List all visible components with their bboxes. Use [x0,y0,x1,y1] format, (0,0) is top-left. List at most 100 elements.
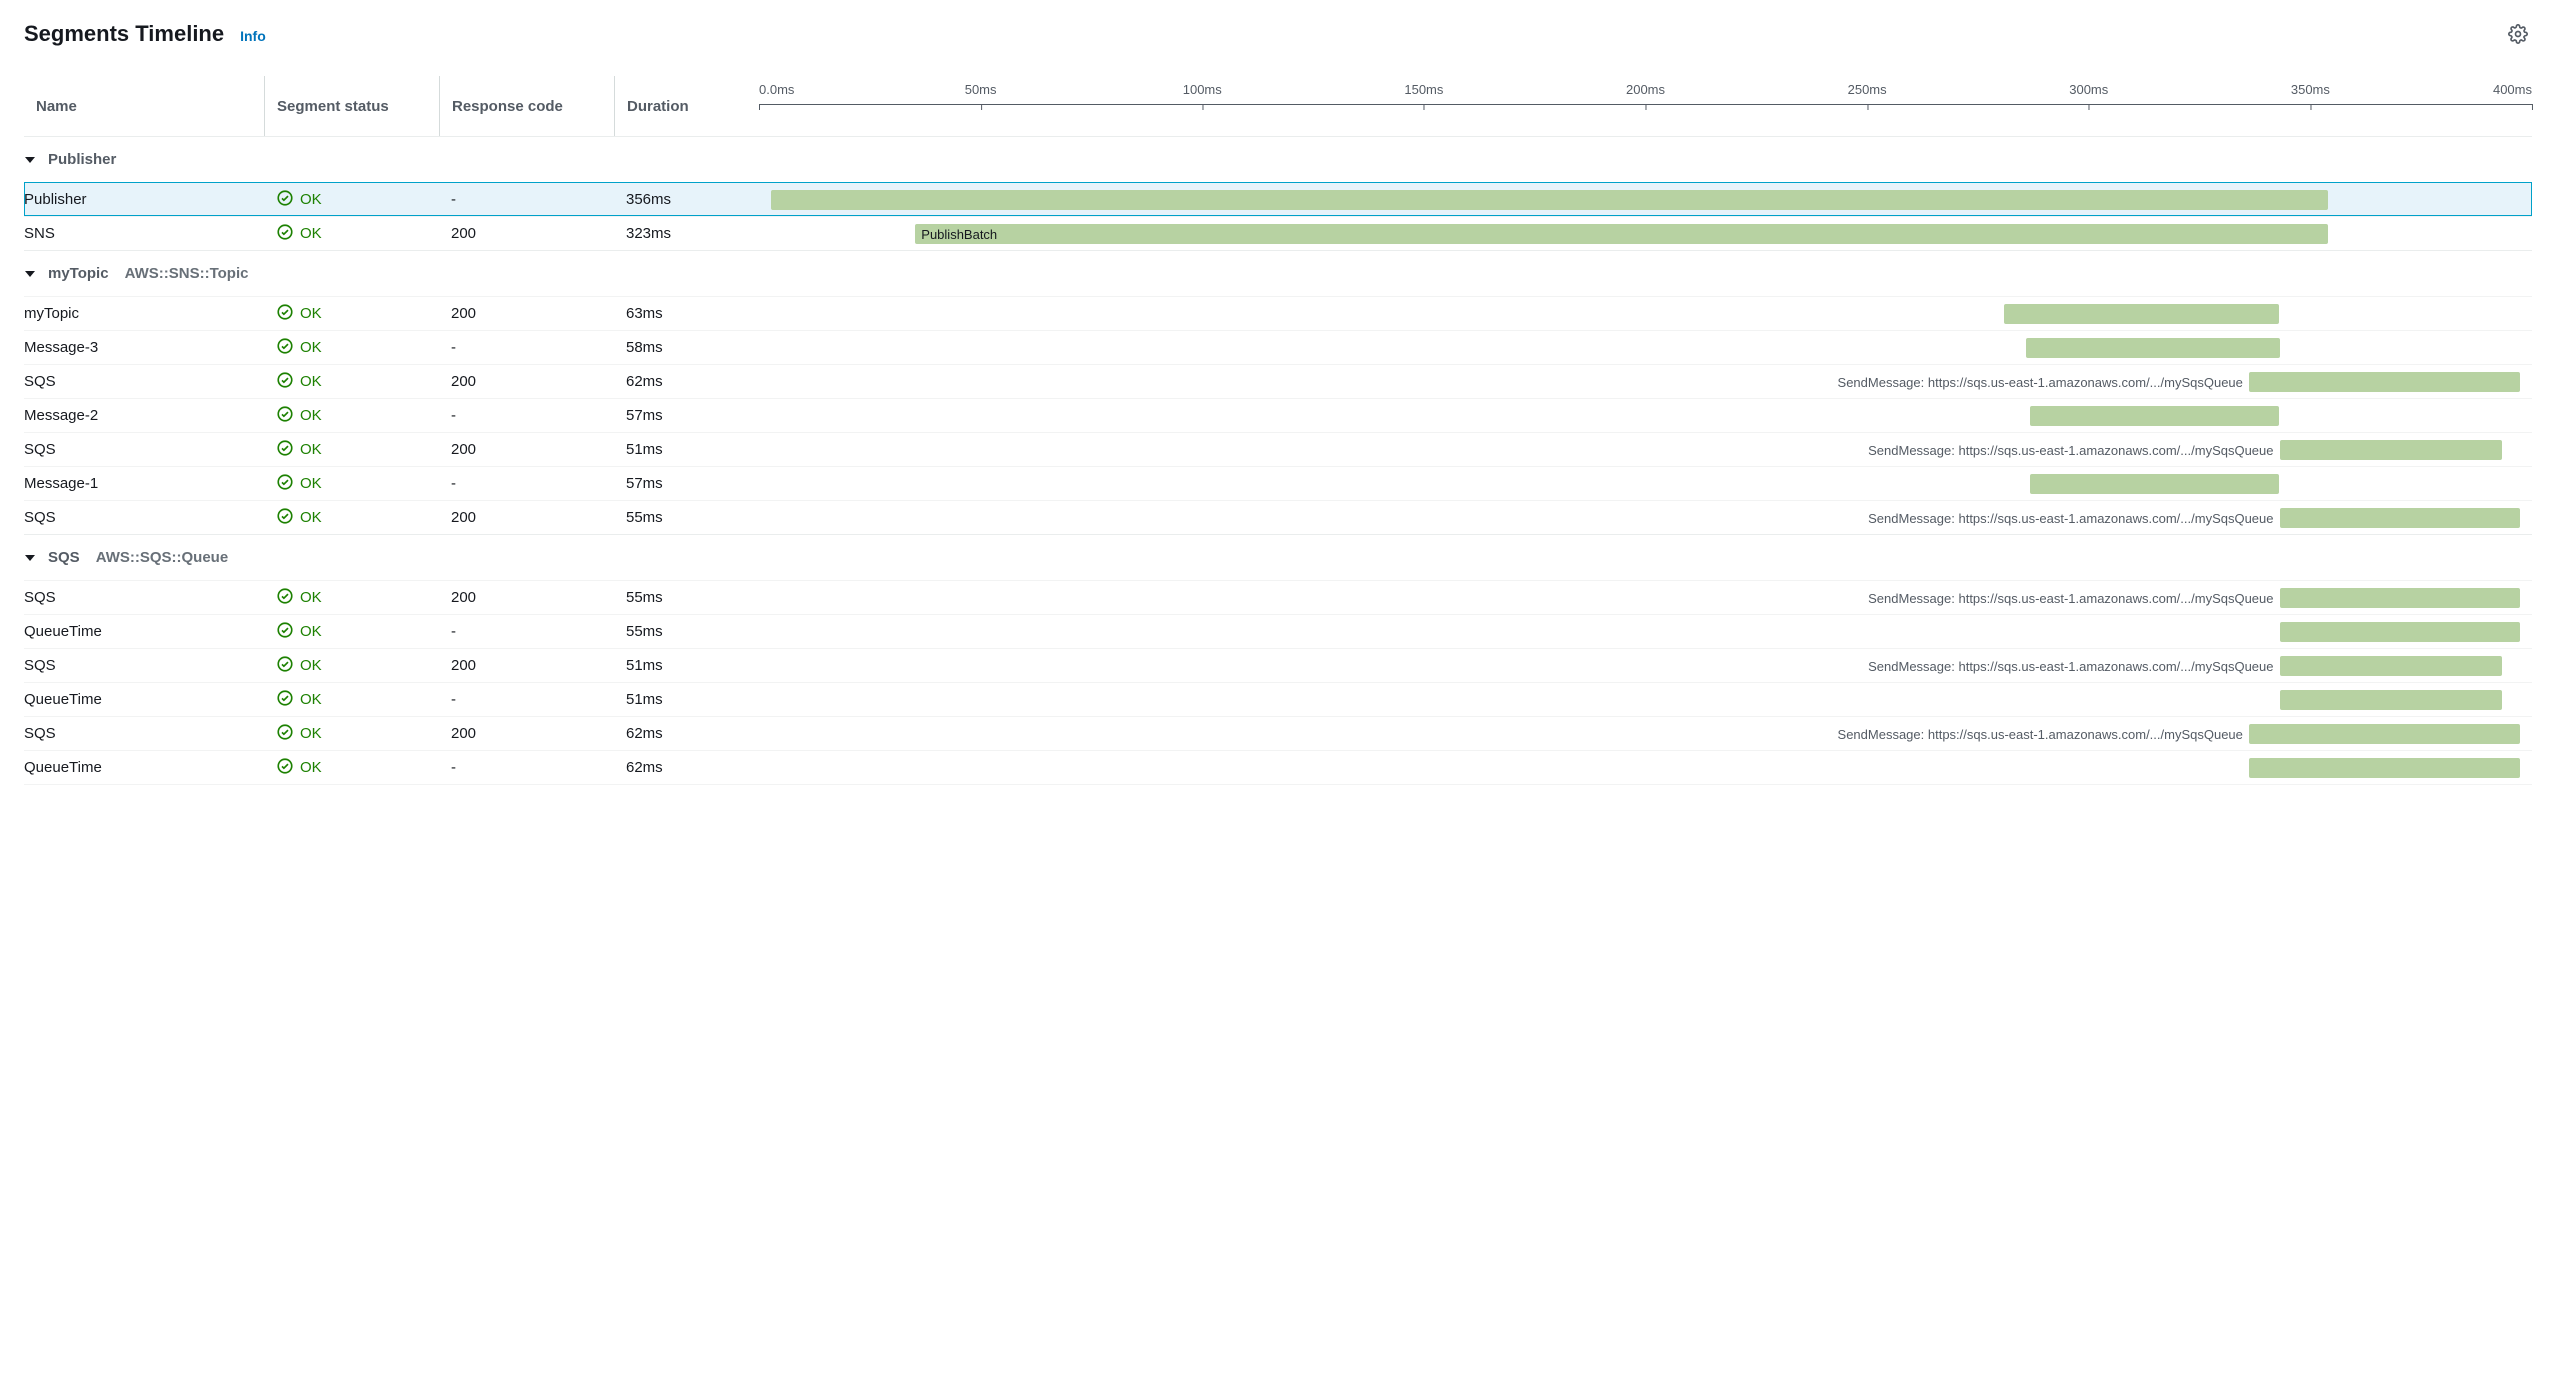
segment-name: SQS [24,581,264,614]
timeline-bar[interactable] [2280,508,2520,528]
timeline-bar[interactable] [2030,406,2279,426]
status-label: OK [300,691,322,708]
check-circle-icon [276,689,294,711]
duration-value: 356ms [614,183,759,216]
chevron-down-icon[interactable] [24,154,38,166]
duration-value: 63ms [614,297,759,330]
segment-name: SQS [24,501,264,534]
response-code: - [439,615,614,648]
col-status: Segment status [264,76,439,136]
segment-name: SNS [24,217,264,250]
timeline-bar[interactable] [2280,440,2503,460]
chevron-down-icon[interactable] [24,268,38,280]
check-circle-icon [276,587,294,609]
timeline-bar[interactable] [2249,758,2520,778]
check-circle-icon [276,223,294,245]
segment-status: OK [264,683,439,716]
check-circle-icon [276,723,294,745]
segment-status: OK [264,433,439,466]
status-label: OK [300,509,322,526]
timeline-bar[interactable] [2280,588,2520,608]
segment-row[interactable]: SNSOK200323msPublishBatch [24,216,2532,250]
ruler-tick: 100ms [1183,82,1222,97]
segment-row[interactable]: Message-3OK-58ms [24,330,2532,364]
segment-row[interactable]: QueueTimeOK-51ms [24,682,2532,716]
segment-status: OK [264,615,439,648]
group-name: myTopic [48,265,109,282]
segment-row[interactable]: SQSOK20055msSendMessage: https://sqs.us-… [24,500,2532,534]
timeline-bar[interactable] [2249,372,2520,392]
segment-row[interactable]: SQSOK20051msSendMessage: https://sqs.us-… [24,648,2532,682]
duration-value: 57ms [614,467,759,500]
duration-value: 58ms [614,331,759,364]
timeline-bar[interactable] [2249,724,2520,744]
check-circle-icon [276,303,294,325]
timeline-bar[interactable] [2280,656,2503,676]
duration-value: 51ms [614,433,759,466]
timeline-bar[interactable] [2280,622,2520,642]
timeline-cell [759,683,2532,716]
segment-row[interactable]: SQSOK20062msSendMessage: https://sqs.us-… [24,364,2532,398]
timeline-bar[interactable] [2280,690,2503,710]
timeline-bar[interactable] [2026,338,2280,358]
timeline-bar[interactable] [771,190,2328,210]
duration-value: 55ms [614,615,759,648]
segment-status: OK [264,751,439,784]
segment-row[interactable]: Message-2OK-57ms [24,398,2532,432]
duration-value: 62ms [614,751,759,784]
title-block: Segments Timeline Info [24,21,266,47]
chevron-down-icon[interactable] [24,552,38,564]
segment-row[interactable]: myTopicOK20063ms [24,296,2532,330]
segment-row[interactable]: SQSOK20055msSendMessage: https://sqs.us-… [24,580,2532,614]
response-code: - [439,751,614,784]
segment-row[interactable]: PublisherOK-356ms [24,182,2532,216]
timeline-cell: PublishBatch [759,217,2532,250]
status-label: OK [300,623,322,640]
response-code: 200 [439,433,614,466]
timeline-bar[interactable] [2030,474,2279,494]
status-label: OK [300,725,322,742]
segment-name: QueueTime [24,751,264,784]
duration-value: 51ms [614,649,759,682]
column-headers: Name Segment status Response code Durati… [24,76,2532,136]
duration-value: 55ms [614,501,759,534]
status-label: OK [300,305,322,322]
segment-name: Message-2 [24,399,264,432]
segment-name: SQS [24,717,264,750]
segment-row[interactable]: Message-1OK-57ms [24,466,2532,500]
status-ok-badge: OK [276,439,322,461]
duration-value: 55ms [614,581,759,614]
settings-button[interactable] [2504,20,2532,48]
duration-value: 62ms [614,717,759,750]
segment-status: OK [264,331,439,364]
group-heading[interactable]: myTopicAWS::SNS::Topic [24,250,2532,296]
duration-value: 323ms [614,217,759,250]
status-ok-badge: OK [276,337,322,359]
status-ok-badge: OK [276,371,322,393]
segment-status: OK [264,297,439,330]
group-heading[interactable]: SQSAWS::SQS::Queue [24,534,2532,580]
segment-row[interactable]: SQSOK20051msSendMessage: https://sqs.us-… [24,432,2532,466]
timeline-bar[interactable] [2004,304,2279,324]
status-label: OK [300,759,322,776]
response-code: - [439,467,614,500]
ruler-tick: 50ms [965,82,997,97]
timeline-cell [759,399,2532,432]
ruler-tick: 350ms [2291,82,2330,97]
page-title: Segments Timeline [24,21,224,47]
duration-value: 57ms [614,399,759,432]
info-link[interactable]: Info [240,28,266,44]
segment-row[interactable]: SQSOK20062msSendMessage: https://sqs.us-… [24,716,2532,750]
segment-row[interactable]: QueueTime OK -62ms [24,750,2532,784]
segment-row[interactable]: QueueTimeOK-55ms [24,614,2532,648]
timeline-bar-label: PublishBatch [915,224,2327,244]
segment-name: SQS [24,433,264,466]
response-code: - [439,683,614,716]
status-ok-badge: OK [276,223,322,245]
group-heading[interactable]: Publisher [24,136,2532,182]
timeline-bar-label: SendMessage: https://sqs.us-east-1.amazo… [1868,656,2279,676]
segment-status: OK [264,581,439,614]
status-label: OK [300,225,322,242]
status-ok-badge: OK [276,405,322,427]
response-code: 200 [439,649,614,682]
